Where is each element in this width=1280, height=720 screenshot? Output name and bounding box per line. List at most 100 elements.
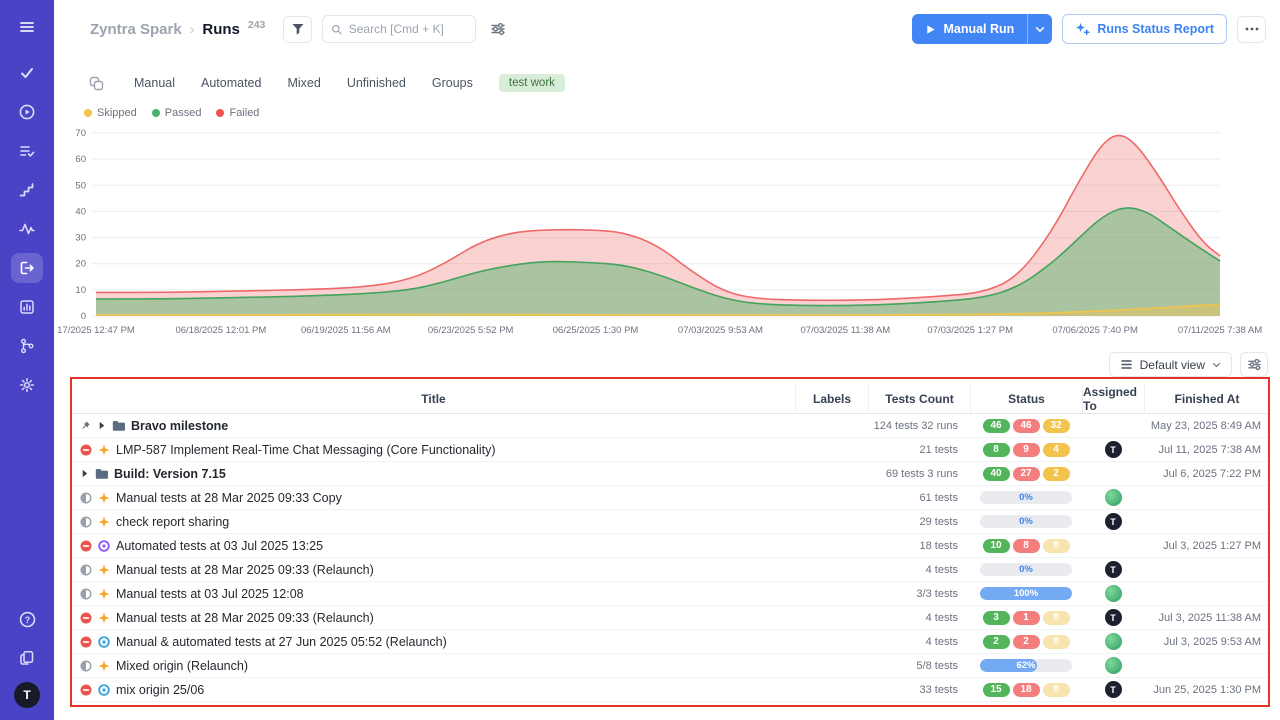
column-status[interactable]: Status <box>970 385 1082 413</box>
tab-manual[interactable]: Manual <box>134 76 175 90</box>
manual-icon <box>98 444 110 456</box>
failed-dot-icon <box>216 109 224 117</box>
table-row[interactable]: Manual tests at 28 Mar 2025 09:33 (Relau… <box>72 558 1269 582</box>
tab-unfinished[interactable]: Unfinished <box>347 76 406 90</box>
run-title[interactable]: Build: Version 7.15 <box>114 467 226 481</box>
topbar: Zyntra Spark › Runs 243 Manual Run <box>54 0 1280 58</box>
assignee-avatar[interactable] <box>1105 657 1122 674</box>
tab-mixed[interactable]: Mixed <box>287 76 320 90</box>
settings-gear-icon[interactable] <box>11 370 43 400</box>
progress-bar: 0% <box>980 491 1072 504</box>
run-title[interactable]: Manual tests at 28 Mar 2025 09:33 Copy <box>116 491 342 505</box>
finished-at: Jul 3, 2025 11:38 AM <box>1144 612 1269 624</box>
table-row[interactable]: Build: Version 7.1569 tests 3 runs40272J… <box>72 462 1269 486</box>
menu-icon[interactable] <box>11 12 43 42</box>
assignee-avatar[interactable] <box>1105 633 1122 650</box>
user-avatar[interactable]: T <box>14 682 40 708</box>
assignee-avatar[interactable]: T <box>1105 441 1122 458</box>
tab-groups[interactable]: Groups <box>432 76 473 90</box>
expand-caret-icon[interactable] <box>80 469 89 478</box>
tests-count: 18 tests <box>868 540 970 552</box>
chart-legend: Skipped Passed Failed <box>84 107 259 119</box>
tag-test-work[interactable]: test work <box>499 74 565 92</box>
status-cell: 0% <box>970 563 1082 576</box>
passed-badge: 3 <box>983 611 1010 625</box>
runs-status-report-button[interactable]: Runs Status Report <box>1062 14 1227 44</box>
progress-bar: 62% <box>980 659 1072 672</box>
run-title[interactable]: Automated tests at 03 Jul 2025 13:25 <box>116 539 323 553</box>
svg-text:06/18/2025 12:01 PM: 06/18/2025 12:01 PM <box>175 325 266 336</box>
status-cell: 464632 <box>970 419 1082 433</box>
runs-overview-icon[interactable] <box>11 97 43 127</box>
search-settings-button[interactable] <box>486 16 510 43</box>
assignee-avatar[interactable] <box>1105 489 1122 506</box>
run-title[interactable]: Manual tests at 03 Jul 2025 12:08 <box>116 587 304 601</box>
run-title[interactable]: LMP-587 Implement Real-Time Chat Messagi… <box>116 443 496 457</box>
run-title[interactable]: Bravo milestone <box>131 419 228 433</box>
runs-icon[interactable] <box>11 253 43 283</box>
search-box <box>322 15 476 43</box>
assigned-cell <box>1082 657 1144 674</box>
assignee-avatar[interactable] <box>1105 585 1122 602</box>
select-all-icon[interactable] <box>84 70 108 97</box>
breadcrumb-project[interactable]: Zyntra Spark <box>90 21 182 38</box>
failed-badge: 46 <box>1013 419 1040 433</box>
manual-icon <box>98 612 110 624</box>
activity-icon[interactable] <box>11 214 43 244</box>
run-title[interactable]: Manual tests at 28 Mar 2025 09:33 (Relau… <box>116 563 374 577</box>
blocked-status-icon <box>80 444 92 456</box>
table-row[interactable]: check report sharing29 tests0%T <box>72 510 1269 534</box>
table-row[interactable]: Manual tests at 28 Mar 2025 09:33 (Relau… <box>72 606 1269 630</box>
assignee-avatar[interactable]: T <box>1105 609 1122 626</box>
run-title-cell: check report sharing <box>72 515 795 529</box>
run-title-cell: Manual tests at 28 Mar 2025 09:33 Copy <box>72 491 795 505</box>
table-settings-button[interactable] <box>1240 352 1268 377</box>
column-title[interactable]: Title <box>72 385 795 413</box>
tab-automated[interactable]: Automated <box>201 76 261 90</box>
table-row[interactable]: LMP-587 Implement Real-Time Chat Messagi… <box>72 438 1269 462</box>
column-labels[interactable]: Labels <box>795 385 868 413</box>
search-input[interactable] <box>349 22 468 36</box>
table-row[interactable]: mix origin 25/0633 tests15180TJun 25, 20… <box>72 678 1269 702</box>
milestones-icon[interactable] <box>11 175 43 205</box>
column-finished-at[interactable]: Finished At <box>1144 385 1269 413</box>
more-actions-button[interactable] <box>1237 16 1266 43</box>
test-cases-icon[interactable] <box>11 136 43 166</box>
svg-text:07/03/2025 9:53 AM: 07/03/2025 9:53 AM <box>678 325 763 336</box>
manual-run-button[interactable]: Manual Run <box>912 14 1027 44</box>
table-row[interactable]: Manual tests at 28 Mar 2025 09:33 Copy61… <box>72 486 1269 510</box>
run-title[interactable]: check report sharing <box>116 515 229 529</box>
expand-caret-icon[interactable] <box>97 421 106 430</box>
passed-badge: 46 <box>983 419 1010 433</box>
table-row[interactable]: Automated tests at 03 Jul 2025 13:25 18 t… <box>72 534 1269 558</box>
assignee-avatar[interactable]: T <box>1105 513 1122 530</box>
column-assigned-to[interactable]: Assigned To <box>1082 385 1144 413</box>
failed-badge: 1 <box>1013 611 1040 625</box>
pin-icon <box>80 420 91 431</box>
page-title: Runs <box>202 21 240 38</box>
table-row[interactable]: Mixed origin (Relaunch)5/8 tests62% <box>72 654 1269 678</box>
documents-icon[interactable] <box>11 643 43 673</box>
run-title[interactable]: Manual tests at 28 Mar 2025 09:33 (Relau… <box>116 611 374 625</box>
run-title[interactable]: Manual & automated tests at 27 Jun 2025 … <box>116 635 447 649</box>
run-title[interactable]: mix origin 25/06 <box>116 683 204 697</box>
table-row[interactable]: Manual tests at 03 Jul 2025 12:083/3 tes… <box>72 582 1269 606</box>
manual-run-split-button: Manual Run <box>912 14 1052 44</box>
tests-icon[interactable] <box>11 58 43 88</box>
reports-icon[interactable] <box>11 292 43 322</box>
workflows-icon[interactable] <box>11 331 43 361</box>
run-title[interactable]: Mixed origin (Relaunch) <box>116 659 248 673</box>
status-cell: 0% <box>970 515 1082 528</box>
legend-skipped: Skipped <box>84 107 137 119</box>
manual-run-dropdown-button[interactable] <box>1027 14 1052 44</box>
assignee-avatar[interactable]: T <box>1105 561 1122 578</box>
table-row[interactable]: Manual & automated tests at 27 Jun 2025 … <box>72 630 1269 654</box>
column-tests-count[interactable]: Tests Count <box>868 385 970 413</box>
table-row[interactable]: Bravo milestone124 tests 32 runs464632Ma… <box>72 414 1269 438</box>
help-icon[interactable]: ? <box>11 604 43 634</box>
assignee-avatar[interactable]: T <box>1105 681 1122 698</box>
default-view-button[interactable]: Default view <box>1109 352 1232 377</box>
search-icon <box>331 23 342 36</box>
status-cell: 62% <box>970 659 1082 672</box>
filter-button[interactable] <box>283 16 312 43</box>
